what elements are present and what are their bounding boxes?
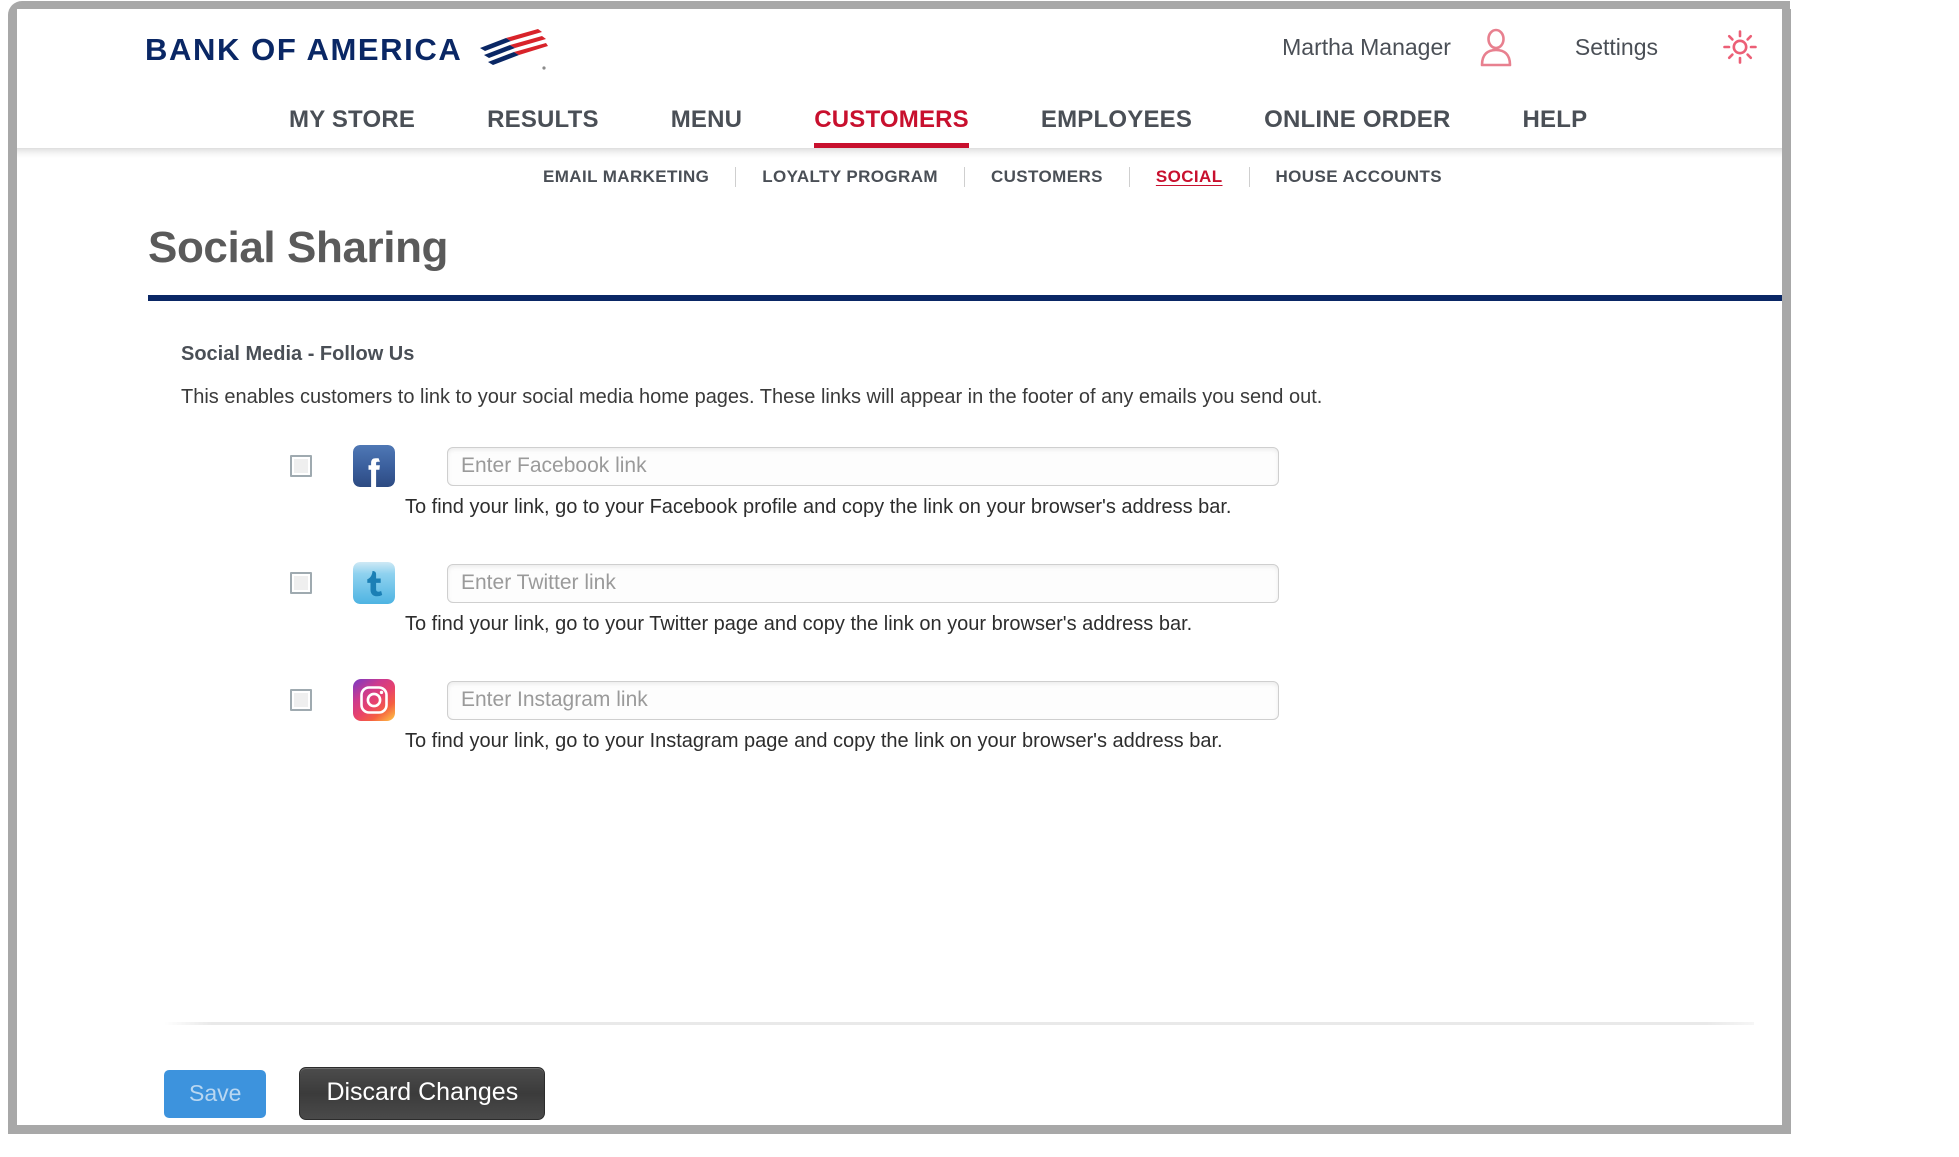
- person-icon-wrap[interactable]: [1477, 27, 1515, 67]
- facebook-icon: [353, 445, 395, 488]
- nav-item-online-order[interactable]: ONLINE ORDER: [1264, 106, 1450, 148]
- social-row-twitter: To find your link, go to your Twitter pa…: [290, 562, 1782, 636]
- save-button[interactable]: Save: [164, 1069, 267, 1118]
- page-title: Social Sharing: [148, 223, 449, 272]
- user-name-label[interactable]: Martha Manager: [1282, 34, 1477, 61]
- gear-icon: [1723, 30, 1757, 64]
- twitter-icon-wrap[interactable]: [353, 562, 395, 605]
- instagram-help-text: To find your link, go to your Instagram …: [405, 730, 1223, 753]
- subnav-item-customers[interactable]: CUSTOMERS: [965, 167, 1129, 187]
- subnav-item-email-marketing[interactable]: EMAIL MARKETING: [517, 167, 735, 187]
- title-divider: [148, 295, 1782, 302]
- page-viewport: BANK OF AMERICA Martha Manager Settings …: [17, 9, 1782, 1125]
- screenshot-root: BANK OF AMERICA Martha Manager Settings …: [0, 0, 1959, 1157]
- facebook-help-text: To find your link, go to your Facebook p…: [405, 496, 1232, 519]
- page-title-area: Social Sharing: [17, 196, 1782, 302]
- instagram-icon: [353, 679, 395, 722]
- twitter-help-text: To find your link, go to your Twitter pa…: [405, 613, 1193, 636]
- facebook-enable-checkbox[interactable]: [290, 455, 312, 478]
- sub-navigation: EMAIL MARKETING LOYALTY PROGRAM CUSTOMER…: [17, 158, 1782, 196]
- facebook-link-input[interactable]: [447, 446, 1279, 486]
- nav-item-employees[interactable]: EMPLOYEES: [1041, 106, 1192, 148]
- window-frame-bottom-edge: [8, 1125, 1791, 1134]
- subnav-item-house-accounts[interactable]: HOUSE ACCOUNTS: [1250, 167, 1468, 187]
- person-icon: [1480, 28, 1512, 67]
- section-heading: Social Media - Follow Us: [181, 343, 415, 366]
- bank-of-america-logo[interactable]: BANK OF AMERICA: [145, 27, 549, 71]
- content-area: Social Media - Follow Us This enables cu…: [17, 301, 1782, 753]
- window-frame-right-edge: [1782, 9, 1791, 1133]
- logo-wordmark: BANK OF AMERICA: [145, 31, 463, 67]
- facebook-icon-wrap[interactable]: [353, 445, 395, 488]
- social-link-rows: To find your link, go to your Facebook p…: [181, 445, 1782, 753]
- section-description: This enables customers to link to your s…: [181, 386, 1323, 409]
- settings-link[interactable]: Settings: [1515, 34, 1722, 61]
- nav-item-results[interactable]: RESULTS: [487, 106, 599, 148]
- nav-item-help[interactable]: HELP: [1523, 106, 1588, 148]
- discard-changes-button[interactable]: Discard Changes: [299, 1067, 546, 1120]
- footer-actions: Save Discard Changes: [164, 1067, 546, 1120]
- social-row-instagram: To find your link, go to your Instagram …: [290, 679, 1782, 753]
- nav-item-customers[interactable]: CUSTOMERS: [814, 106, 969, 148]
- twitter-link-input[interactable]: [447, 563, 1279, 603]
- site-header: BANK OF AMERICA Martha Manager Settings: [17, 9, 1782, 102]
- social-row-facebook: To find your link, go to your Facebook p…: [290, 445, 1782, 519]
- instagram-enable-checkbox[interactable]: [290, 689, 312, 712]
- nav-item-my-store[interactable]: MY STORE: [289, 106, 415, 148]
- subnav-item-social[interactable]: SOCIAL: [1130, 167, 1249, 187]
- subnav-item-loyalty-program[interactable]: LOYALTY PROGRAM: [736, 167, 964, 187]
- instagram-link-input[interactable]: [447, 680, 1279, 720]
- social-row-controls: [290, 679, 1782, 722]
- header-user-area: Martha Manager Settings: [1282, 27, 1758, 67]
- main-navigation: MY STORE RESULTS MENU CUSTOMERS EMPLOYEE…: [17, 102, 1782, 148]
- footer-divider: [164, 1022, 1754, 1025]
- instagram-icon-wrap[interactable]: [353, 679, 395, 722]
- nav-item-menu[interactable]: MENU: [671, 106, 742, 148]
- social-row-controls: [290, 562, 1782, 605]
- nav-divider-shadow: [17, 148, 1782, 158]
- social-row-controls: [290, 445, 1782, 488]
- bofa-flag-icon: [480, 29, 549, 70]
- gear-icon-wrap[interactable]: [1722, 29, 1758, 65]
- twitter-enable-checkbox[interactable]: [290, 572, 312, 595]
- twitter-icon: [353, 562, 395, 605]
